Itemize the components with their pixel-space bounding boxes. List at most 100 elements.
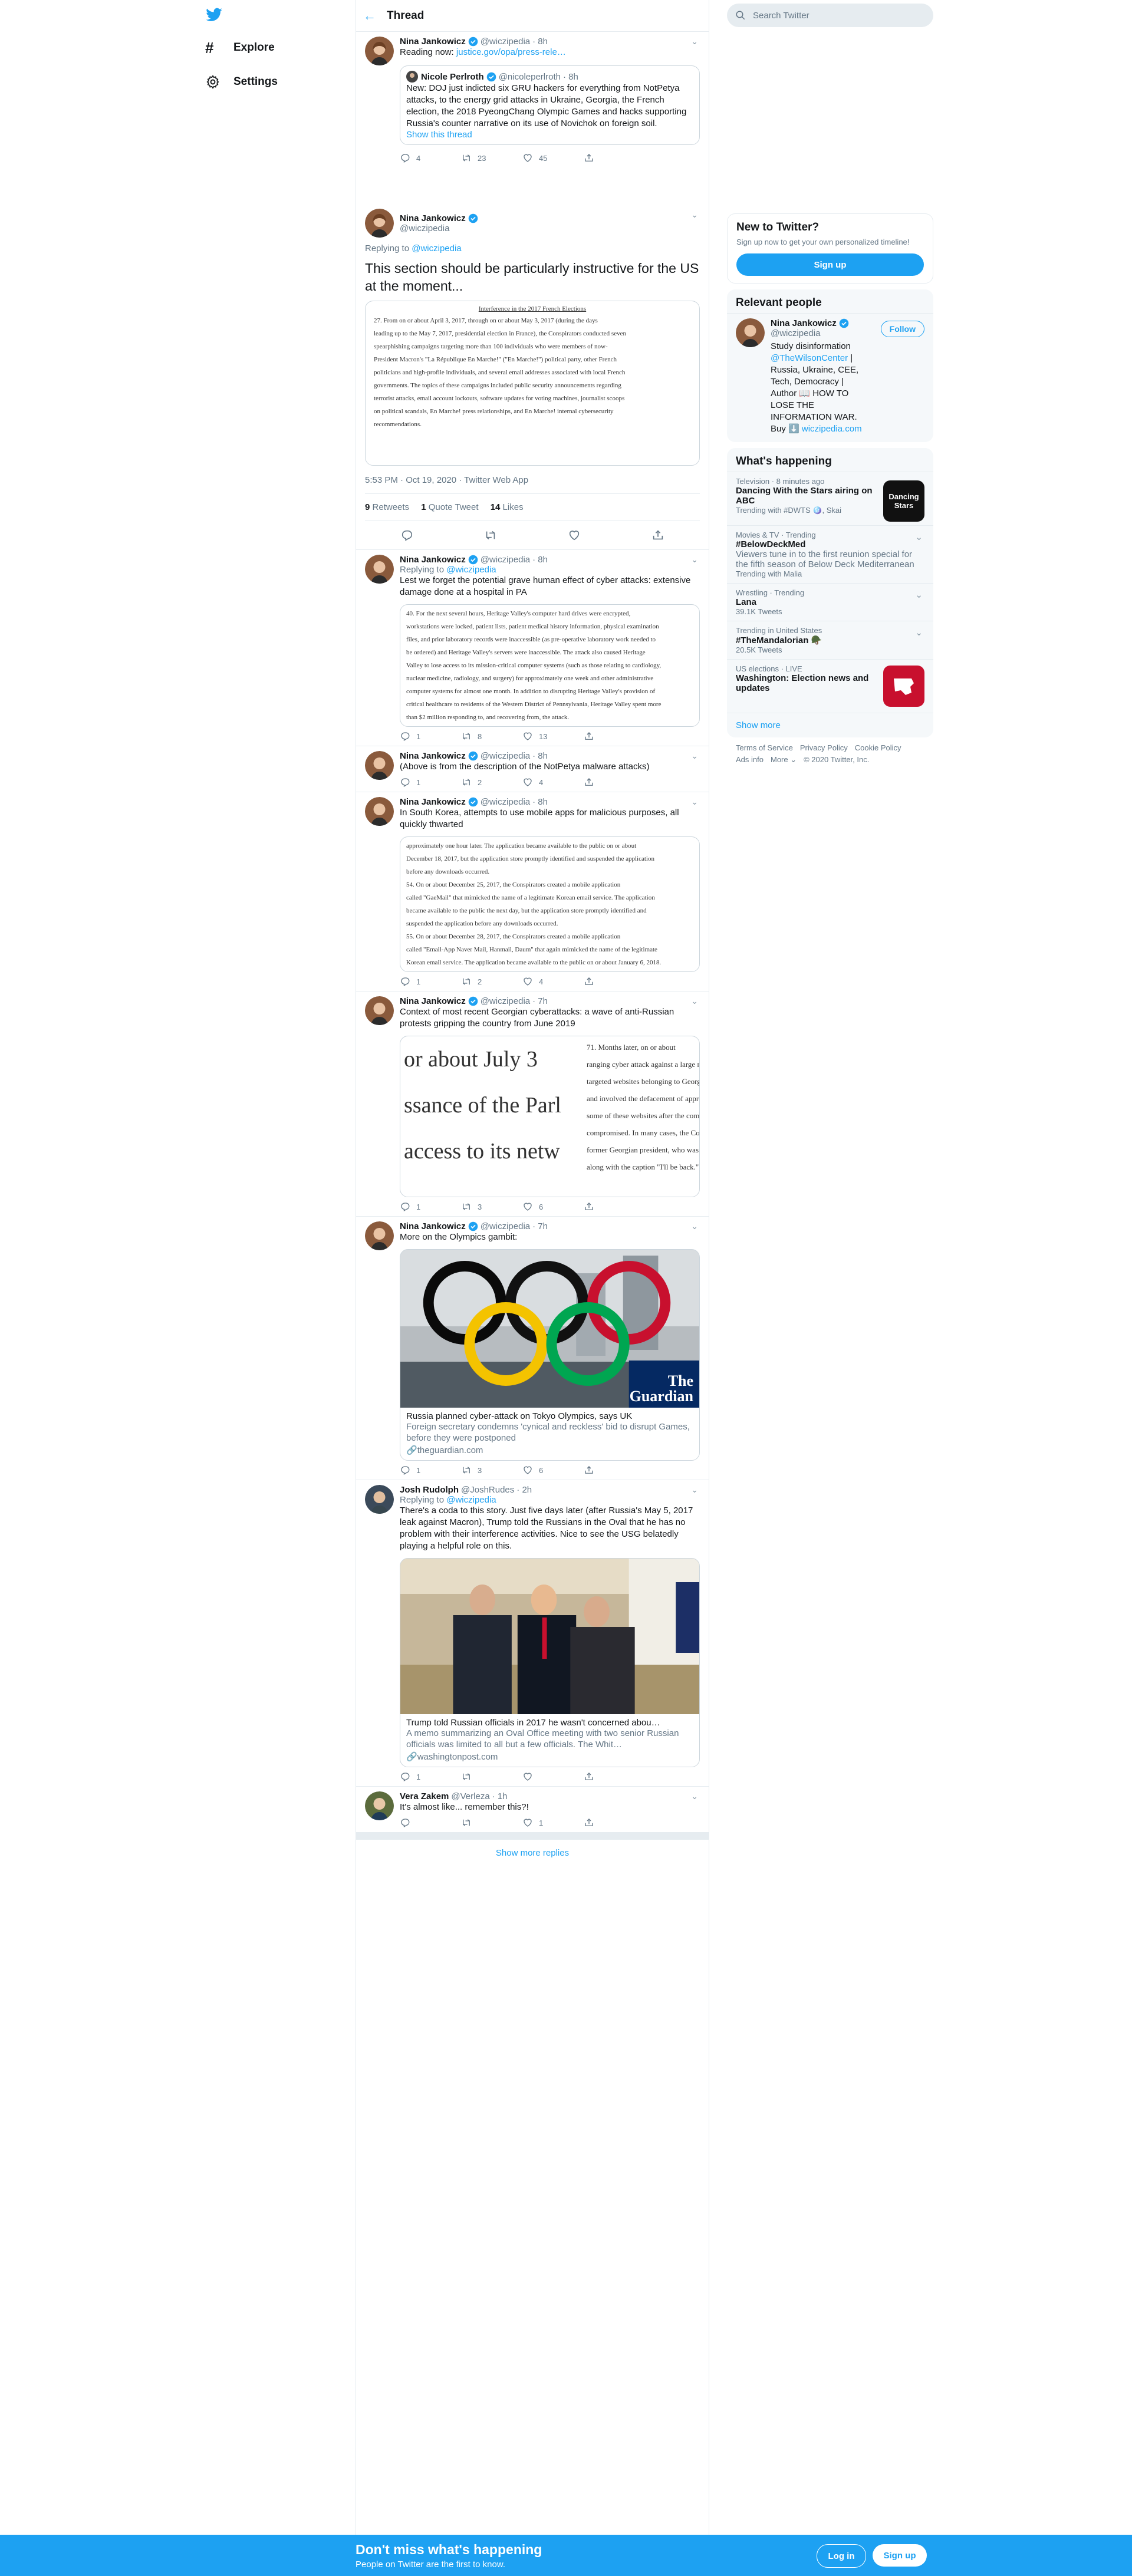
footer-link[interactable]: Privacy Policy — [800, 743, 848, 752]
share-button[interactable] — [584, 777, 645, 788]
author-handle[interactable]: @wiczipedia — [481, 797, 530, 807]
author-handle[interactable]: @JoshRudes — [461, 1485, 514, 1495]
bio-url[interactable]: wiczipedia.com — [802, 424, 862, 434]
share-button[interactable] — [584, 731, 645, 742]
reply-button[interactable]: 1 — [400, 1771, 461, 1782]
show-more-replies[interactable]: Show more replies — [356, 1833, 709, 1866]
footer-link[interactable]: Ads info — [736, 755, 764, 764]
like-button[interactable]: 1 — [522, 1817, 584, 1828]
trend-item[interactable]: Movies & TV · Trending #BelowDeckMed View… — [727, 525, 933, 583]
tweet-time[interactable]: · 8h — [532, 555, 548, 565]
author-name[interactable]: Nina Jankowicz — [400, 1221, 466, 1231]
author-name[interactable]: Nina Jankowicz — [400, 555, 466, 565]
retweets-stat[interactable]: 9 Retweets — [365, 502, 409, 512]
trend-item[interactable]: Television · 8 minutes ago Dancing With … — [727, 472, 933, 525]
reply-button[interactable]: 1 — [400, 976, 461, 987]
author-name[interactable]: Nina Jankowicz — [400, 37, 466, 47]
chevron-down-icon[interactable]: ⌄ — [915, 589, 923, 600]
twitter-logo-icon[interactable] — [200, 0, 354, 31]
chevron-down-icon[interactable]: ⌄ — [691, 751, 698, 761]
chevron-down-icon[interactable]: ⌄ — [691, 1791, 698, 1801]
avatar[interactable] — [365, 1221, 394, 1250]
link-card[interactable]: Trump told Russian officials in 2017 he … — [400, 1558, 700, 1767]
avatar[interactable] — [365, 996, 394, 1025]
document-image[interactable]: approximately one hour later. The applic… — [400, 836, 700, 972]
tweet-time[interactable]: · 7h — [532, 996, 548, 1006]
chevron-down-icon[interactable]: ⌄ — [691, 210, 698, 220]
tweet-time[interactable]: · 8h — [532, 751, 548, 761]
author-handle[interactable]: @wiczipedia — [400, 223, 481, 233]
chevron-down-icon[interactable]: ⌄ — [691, 1221, 698, 1231]
avatar[interactable] — [365, 1485, 394, 1514]
share-button[interactable] — [584, 1817, 645, 1828]
signup-button[interactable]: Sign up — [736, 253, 924, 276]
retweet-button[interactable]: 23 — [461, 153, 522, 163]
reply-tweet[interactable]: Nina Jankowicz @wiczipedia · 8h (Above i… — [356, 746, 709, 792]
tweet-link[interactable]: justice.gov/opa/press-rele… — [456, 47, 566, 57]
author-handle[interactable]: @wiczipedia — [481, 37, 530, 47]
author-name[interactable]: Nina Jankowicz — [400, 797, 466, 807]
author-name[interactable]: Nina Jankowicz — [400, 996, 466, 1006]
back-arrow-icon[interactable]: ← — [363, 8, 387, 24]
share-button[interactable] — [584, 1465, 645, 1475]
author-name[interactable]: Nina Jankowicz — [400, 213, 466, 223]
tweet-time[interactable]: · 2h — [516, 1485, 532, 1495]
like-button[interactable]: 45 — [522, 153, 584, 163]
replying-to-link[interactable]: @wiczipedia — [412, 243, 461, 253]
avatar[interactable] — [365, 751, 394, 780]
replying-to-link[interactable]: @wiczipedia — [446, 565, 496, 575]
link-card[interactable]: The Guardian Russia planned cyber-attack… — [400, 1249, 700, 1461]
retweet-button[interactable]: 8 — [461, 731, 522, 742]
quoted-tweet[interactable]: Nicole Perlroth @nicoleperlroth · 8h New… — [400, 65, 700, 145]
chevron-down-icon[interactable]: ⌄ — [915, 532, 923, 542]
chevron-down-icon[interactable]: ⌄ — [691, 555, 698, 565]
chevron-down-icon[interactable]: ⌄ — [691, 37, 698, 47]
retweet-button[interactable] — [461, 1817, 522, 1828]
document-image[interactable]: Interference in the 2017 French Election… — [365, 301, 700, 466]
chevron-down-icon[interactable]: ⌄ — [915, 627, 923, 638]
nav-settings[interactable]: Settings — [200, 65, 354, 99]
retweet-button[interactable]: 3 — [461, 1465, 522, 1475]
footer-link[interactable]: © 2020 Twitter, Inc. — [804, 755, 869, 764]
retweet-button[interactable]: 2 — [461, 976, 522, 987]
chevron-down-icon[interactable]: ⌄ — [691, 1485, 698, 1495]
avatar[interactable] — [365, 797, 394, 826]
follow-button[interactable]: Follow — [880, 321, 924, 337]
avatar[interactable] — [365, 37, 394, 65]
author-handle[interactable]: @wiczipedia — [481, 1221, 530, 1231]
like-button[interactable] — [522, 1771, 584, 1782]
reply-tweet[interactable]: Vera Zakem @Verleza · 1h It's almost lik… — [356, 1787, 709, 1833]
footer-link[interactable]: Cookie Policy — [855, 743, 901, 752]
like-button[interactable]: 13 — [522, 731, 584, 742]
reply-button[interactable]: 1 — [400, 777, 461, 788]
show-this-thread-link[interactable]: Show this thread — [406, 130, 472, 140]
share-button[interactable] — [584, 976, 645, 987]
avatar[interactable] — [736, 318, 765, 347]
avatar[interactable] — [365, 209, 394, 238]
bio-link[interactable]: @TheWilsonCenter — [771, 353, 848, 363]
share-icon[interactable] — [651, 529, 664, 542]
like-button[interactable]: 6 — [522, 1465, 584, 1475]
trend-item[interactable]: Trending in United States #TheMandaloria… — [727, 621, 933, 659]
heart-icon[interactable] — [568, 529, 581, 542]
reply-icon[interactable] — [400, 529, 413, 542]
retweet-button[interactable]: 2 — [461, 777, 522, 788]
replying-to-link[interactable]: @wiczipedia — [446, 1495, 496, 1505]
tweet[interactable]: Nina Jankowicz @wiczipedia · 8h Reading … — [356, 32, 709, 205]
reply-button[interactable]: 1 — [400, 731, 461, 742]
reply-tweet[interactable]: Nina Jankowicz @wiczipedia · 7h More on … — [356, 1217, 709, 1480]
reply-button[interactable]: 4 — [400, 153, 461, 163]
share-button[interactable] — [584, 153, 645, 163]
login-button[interactable]: Log in — [817, 2544, 866, 2568]
tweet-timestamp[interactable]: 5:53 PM · Oct 19, 2020 · Twitter Web App — [365, 475, 700, 485]
like-button[interactable]: 6 — [522, 1201, 584, 1212]
tweet-time[interactable]: · 1h — [492, 1791, 508, 1801]
author-name[interactable]: Nina Jankowicz — [400, 751, 466, 761]
reply-button[interactable]: 1 — [400, 1465, 461, 1475]
person-name[interactable]: Nina Jankowicz — [771, 318, 837, 328]
reply-button[interactable]: 1 — [400, 1201, 461, 1212]
author-handle[interactable]: @wiczipedia — [481, 555, 530, 565]
tweet-time[interactable]: · 8h — [532, 797, 548, 807]
reply-tweet[interactable]: Nina Jankowicz @wiczipedia · 7h Context … — [356, 991, 709, 1217]
likes-stat[interactable]: 14 Likes — [491, 502, 524, 512]
